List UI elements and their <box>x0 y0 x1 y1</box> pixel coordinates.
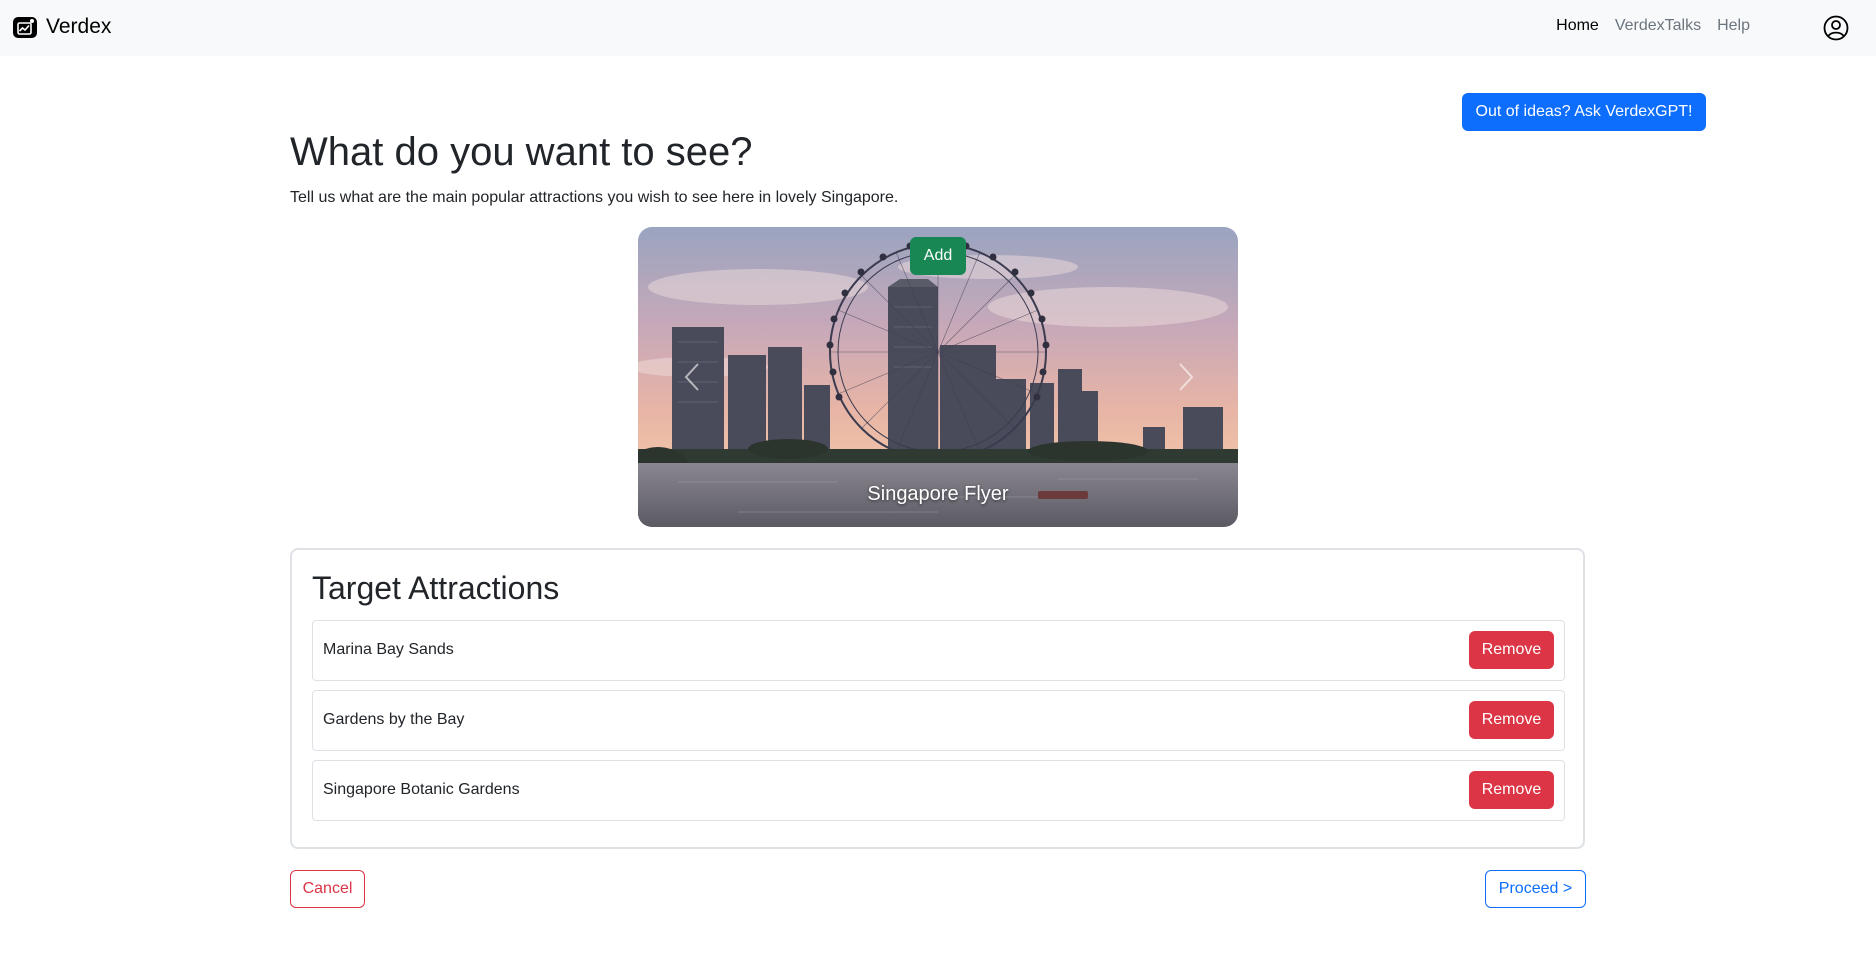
target-row: Singapore Botanic Gardens Remove <box>312 760 1565 821</box>
page-title: What do you want to see? <box>290 130 753 174</box>
remove-button[interactable]: Remove <box>1469 771 1554 809</box>
remove-button[interactable]: Remove <box>1469 631 1554 669</box>
chevron-left-icon[interactable] <box>672 352 712 402</box>
brand[interactable]: Verdex <box>12 14 111 40</box>
target-row: Gardens by the Bay Remove <box>312 690 1565 751</box>
person-circle-icon[interactable] <box>1823 15 1849 41</box>
target-name: Gardens by the Bay <box>323 711 465 728</box>
add-attraction-button[interactable]: Add <box>910 237 966 275</box>
target-name: Marina Bay Sands <box>323 641 454 658</box>
nav-links: Home VerdexTalks Help <box>1556 17 1750 35</box>
proceed-button[interactable]: Proceed > <box>1485 870 1586 908</box>
navbar: Verdex Home VerdexTalks Help <box>0 0 1876 56</box>
ask-verdexgpt-button[interactable]: Out of ideas? Ask VerdexGPT! <box>1462 93 1706 131</box>
wallet-chart-icon <box>13 17 37 38</box>
cancel-button[interactable]: Cancel <box>290 870 365 908</box>
carousel-caption: Singapore Flyer <box>867 483 1009 505</box>
attraction-carousel[interactable]: Add Singapore Flyer <box>638 227 1238 527</box>
target-row: Marina Bay Sands Remove <box>312 620 1565 681</box>
page-subtitle: Tell us what are the main popular attrac… <box>290 189 899 206</box>
nav-verdextalks[interactable]: VerdexTalks <box>1615 17 1701 35</box>
nav-home[interactable]: Home <box>1556 17 1599 35</box>
target-name: Singapore Botanic Gardens <box>323 781 520 798</box>
chevron-right-icon[interactable] <box>1166 352 1206 402</box>
target-attractions-card: Target Attractions Marina Bay Sands Remo… <box>290 548 1585 849</box>
nav-help[interactable]: Help <box>1717 17 1750 35</box>
brand-name: Verdex <box>46 15 112 38</box>
remove-button[interactable]: Remove <box>1469 701 1554 739</box>
target-attractions-title: Target Attractions <box>312 570 560 606</box>
